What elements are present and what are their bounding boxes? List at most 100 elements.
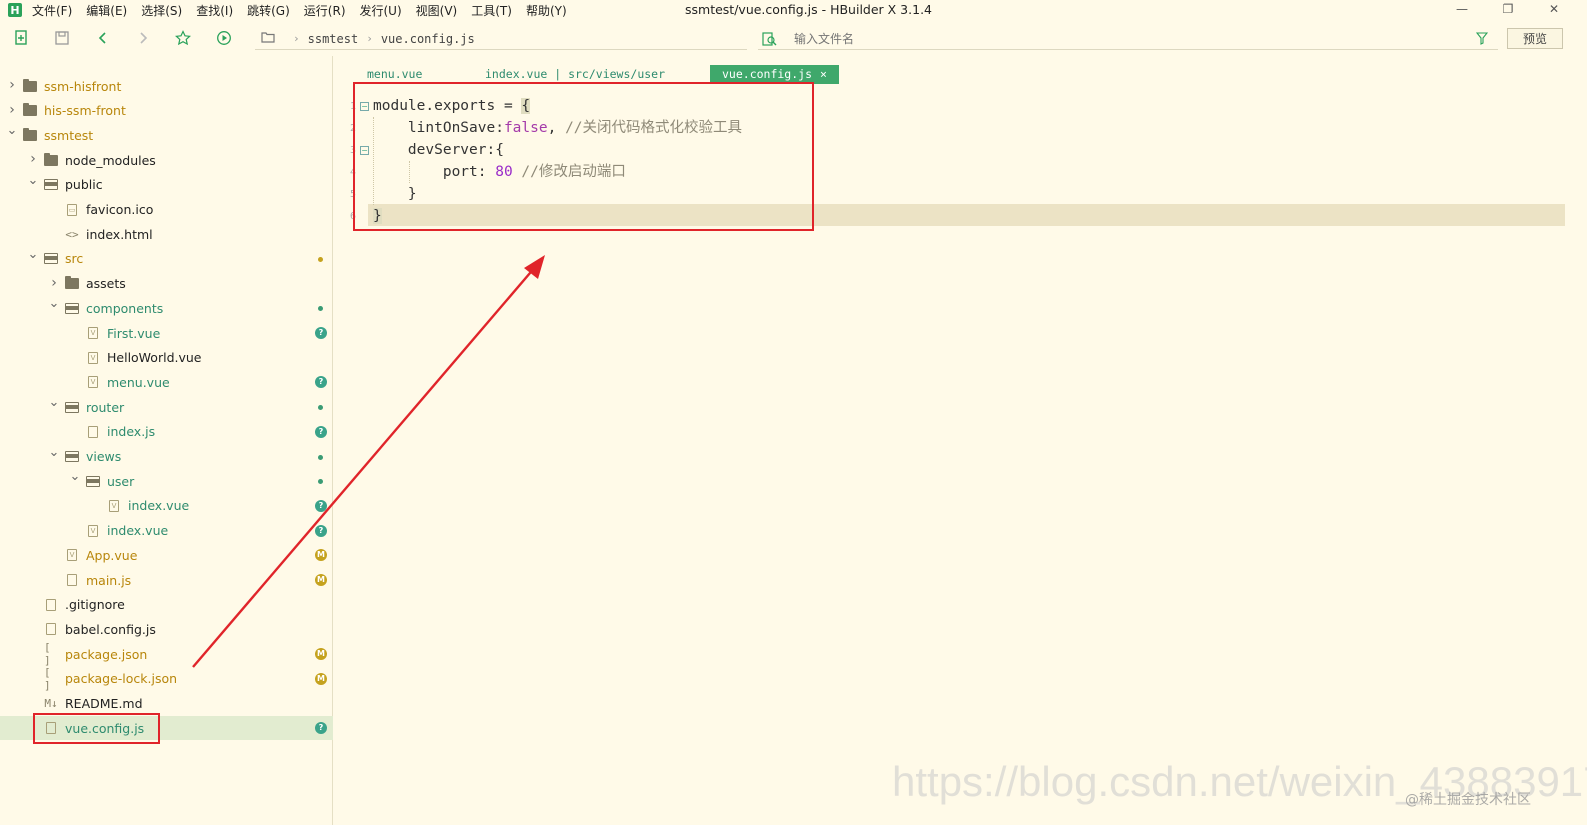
tree-item-label: views	[86, 449, 122, 464]
close-tab-icon[interactable]: ×	[820, 67, 827, 81]
tree-item[interactable]: main.js M	[0, 568, 333, 592]
tree-item[interactable]: ⌄ public	[0, 173, 333, 197]
restore-icon[interactable]: ❐	[1485, 0, 1531, 18]
modified-dot-icon	[318, 454, 323, 460]
star-icon[interactable]	[174, 29, 192, 47]
tree-item[interactable]: .gitignore	[0, 593, 333, 617]
chevron-down-icon[interactable]: ⌄	[27, 247, 39, 262]
file-search-icon	[762, 32, 778, 51]
breadcrumb-file[interactable]: vue.config.js	[381, 32, 475, 46]
tree-item[interactable]: <> index.html	[0, 222, 333, 246]
chevron-right-icon[interactable]: ›	[6, 102, 18, 118]
menu-tools[interactable]: 工具(T)	[471, 2, 512, 19]
tree-item[interactable]: Vindex.vue?	[0, 494, 333, 518]
save-icon[interactable]	[53, 29, 71, 47]
run-icon[interactable]	[215, 29, 233, 47]
chevron-right-icon[interactable]: ›	[27, 151, 39, 167]
menu-publish[interactable]: 发行(U)	[360, 2, 402, 19]
tree-item[interactable]: [ ] package-lock.json M	[0, 666, 333, 692]
back-icon[interactable]	[94, 29, 112, 47]
tree-item[interactable]: › his-ssm-front	[0, 99, 333, 123]
tab-vue-config-js[interactable]: vue.config.js ×	[710, 65, 839, 84]
tree-item[interactable]: ▭ favicon.ico	[0, 198, 333, 222]
tree-item[interactable]: babel.config.js	[0, 617, 333, 641]
fold-toggle-icon[interactable]: −	[360, 102, 369, 111]
chevron-down-icon[interactable]: ⌄	[48, 395, 60, 410]
tree-item[interactable]: › assets	[0, 272, 333, 296]
tree-item-label: menu.vue	[107, 374, 170, 390]
fold-toggle-icon[interactable]: −	[360, 146, 369, 155]
tree-item[interactable]: Vindex.vue?	[0, 519, 333, 543]
breadcrumb: › ssmtest › vue.config.js	[255, 28, 747, 50]
file-icon	[65, 574, 79, 586]
menu-file[interactable]: 文件(F)	[32, 2, 72, 19]
tree-item-label: First.vue	[107, 325, 161, 341]
tree-item[interactable]: Vmenu.vue?	[0, 370, 333, 394]
tree-item-label: index.html	[86, 226, 153, 242]
tree-item-label: ssmtest	[44, 127, 94, 143]
folder-icon	[44, 152, 58, 166]
close-icon[interactable]: ✕	[1531, 0, 1577, 18]
chevron-down-icon[interactable]: ⌄	[69, 469, 81, 484]
tree-item[interactable]: › ssm-hisfront	[0, 74, 333, 98]
tree-item[interactable]: ⌄ ssmtest	[0, 123, 333, 147]
tree-item[interactable]: ⌄ router	[0, 395, 333, 419]
tree-item-label: favicon.ico	[86, 202, 154, 217]
chevron-right-icon[interactable]: ›	[48, 275, 60, 291]
git-untracked-badge: ?	[315, 425, 327, 438]
project-explorer: › ssm-hisfront › his-ssm-front ⌄ ssmtest › node…	[0, 56, 333, 825]
tree-item-label: .gitignore	[65, 597, 125, 613]
tree-item-label: user	[107, 473, 135, 489]
tree-item[interactable]: V App.vue M	[0, 543, 333, 567]
menu-goto[interactable]: 跳转(G)	[247, 2, 290, 19]
new-file-icon[interactable]	[13, 29, 31, 47]
tree-item[interactable]: [ ] package.json M	[0, 641, 333, 667]
chevron-down-icon[interactable]: ⌄	[48, 445, 60, 460]
preview-button[interactable]: 预览	[1507, 28, 1563, 49]
filter-icon[interactable]	[1475, 32, 1489, 49]
menu-help[interactable]: 帮助(Y)	[526, 2, 567, 19]
file-icon	[44, 598, 58, 611]
chevron-down-icon[interactable]: ⌄	[48, 296, 60, 311]
chevron-down-icon[interactable]: ⌄	[27, 173, 39, 188]
tree-item[interactable]: M↓ README.md	[0, 692, 333, 716]
tree-item[interactable]: V HelloWorld.vue	[0, 346, 333, 370]
chevron-right-icon[interactable]: ›	[6, 77, 18, 93]
tree-item[interactable]: vue.config.js?	[0, 716, 333, 741]
file-search-input[interactable]	[794, 31, 1434, 46]
git-untracked-badge: ?	[315, 524, 327, 537]
minimize-icon[interactable]: —	[1439, 0, 1485, 18]
tree-item[interactable]: index.js?	[0, 420, 333, 444]
code-line: }	[373, 205, 382, 227]
chevron-right-icon: ›	[293, 32, 300, 45]
tree-item[interactable]: V First.vue?	[0, 321, 333, 345]
folder-open-icon	[86, 475, 100, 487]
menu-view[interactable]: 视图(V)	[416, 2, 458, 19]
breadcrumb-project[interactable]: ssmtest	[308, 32, 359, 46]
tree-item-label: index.vue	[128, 498, 190, 514]
menu-run[interactable]: 运行(R)	[304, 2, 346, 19]
forward-icon[interactable]	[134, 29, 152, 47]
folder-open-icon	[65, 401, 79, 413]
line-number: 2	[349, 123, 356, 134]
git-untracked-badge: ?	[315, 499, 327, 512]
tab-menu-vue[interactable]: menu.vue	[367, 65, 422, 84]
menu-edit[interactable]: 编辑(E)	[86, 2, 127, 19]
code-token: }	[373, 208, 382, 224]
tree-item[interactable]: ⌄ src	[0, 247, 333, 271]
tree-item[interactable]: ⌄ user	[0, 469, 333, 493]
chevron-down-icon[interactable]: ⌄	[6, 123, 18, 138]
tree-item-label: router	[86, 399, 125, 415]
tree-item-label: ssm-hisfront	[44, 78, 122, 94]
menu-select[interactable]: 选择(S)	[141, 2, 182, 19]
menu-find[interactable]: 查找(I)	[196, 2, 233, 19]
tree-item[interactable]: ⌄ views	[0, 445, 333, 469]
tab-index-vue[interactable]: index.vue | src/views/user	[485, 65, 665, 84]
folder-icon	[23, 78, 37, 92]
tree-item[interactable]: › node_modules	[0, 148, 333, 172]
git-untracked-badge: ?	[315, 376, 327, 389]
modified-dot-icon	[318, 256, 323, 262]
git-untracked-badge: ?	[315, 327, 327, 339]
tree-item-label: index.js	[107, 424, 156, 440]
tree-item[interactable]: ⌄ components	[0, 296, 333, 320]
